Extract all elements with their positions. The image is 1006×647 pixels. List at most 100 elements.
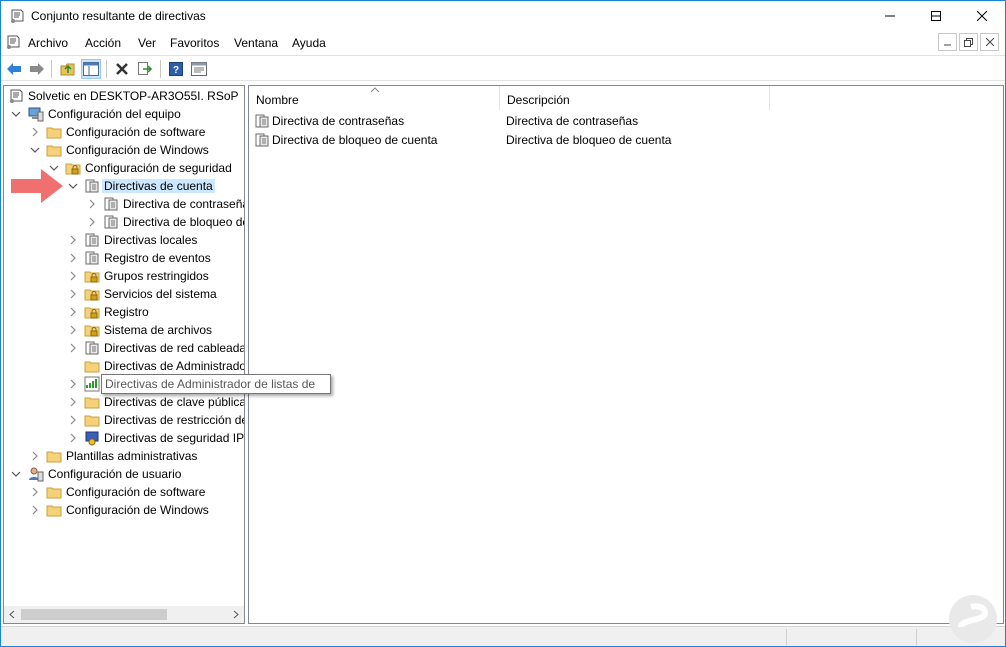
chevron-right-icon[interactable]: [29, 484, 41, 500]
tree-item-label: Directiva de contraseñas: [123, 197, 245, 211]
folder-icon: [46, 142, 62, 158]
chevron-right-icon[interactable]: [67, 394, 79, 410]
tree-item-restricted-groups[interactable]: Grupos restringidos: [4, 267, 244, 285]
tree-item-label: Configuración del equipo: [48, 107, 181, 121]
horizontal-scrollbar[interactable]: [4, 606, 244, 623]
chevron-right-icon[interactable]: [67, 376, 79, 392]
close-button[interactable]: [959, 1, 1005, 31]
chevron-right-icon[interactable]: [67, 304, 79, 320]
tree-item-user-windows-settings[interactable]: Configuración de Windows: [4, 501, 244, 519]
folder-icon: [46, 124, 62, 140]
scroll-left-icon[interactable]: [6, 608, 18, 621]
user-icon: [28, 466, 44, 482]
properties-button[interactable]: [189, 59, 209, 79]
chevron-right-icon[interactable]: [67, 286, 79, 302]
folder-icon: [84, 358, 100, 374]
tree-item-computer-config[interactable]: Configuración del equipo: [4, 105, 244, 123]
tree-item-event-log[interactable]: Registro de eventos: [4, 249, 244, 267]
tree-item-label: Configuración de Windows: [66, 503, 209, 517]
menu-ventana[interactable]: Ventana: [234, 36, 278, 50]
tree-item-label: Configuración de seguridad: [85, 161, 232, 175]
export-list-button[interactable]: [135, 59, 155, 79]
title-bar[interactable]: Conjunto resultante de directivas: [1, 1, 1005, 31]
policy-icon: [103, 214, 119, 230]
list-item-name: Directiva de contraseñas: [272, 114, 405, 128]
chevron-right-icon[interactable]: [29, 124, 41, 140]
tree-item-windows-settings[interactable]: Configuración de Windows: [4, 141, 244, 159]
list-item-description: Directiva de bloqueo de cuenta: [506, 133, 672, 147]
chevron-right-icon[interactable]: [86, 196, 98, 212]
results-list[interactable]: Nombre Descripción Directiva de contrase…: [248, 85, 1004, 624]
tree-item-local-policies[interactable]: Directivas locales: [4, 231, 244, 249]
tree-item-user-software-settings[interactable]: Configuración de software: [4, 483, 244, 501]
tree-item-system-services[interactable]: Servicios del sistema: [4, 285, 244, 303]
mdi-close-button[interactable]: [980, 33, 999, 51]
scrollbar-thumb[interactable]: [21, 609, 167, 620]
menu-archivo[interactable]: Archivo: [28, 36, 68, 50]
chevron-down-icon[interactable]: [67, 178, 79, 194]
locked-folder-icon: [65, 160, 81, 176]
show-hide-tree-button[interactable]: [81, 59, 101, 79]
tree-item-label: Directivas de red cableada: [104, 341, 245, 355]
tree-item-label: Directivas de restricción de: [104, 413, 245, 427]
tree-item-label: Directivas locales: [104, 233, 198, 247]
tree-item-user-config[interactable]: Configuración de usuario: [4, 465, 244, 483]
list-item[interactable]: Directiva de bloqueo de cuenta Directiva…: [249, 130, 1003, 149]
tree-item-public-key[interactable]: Directivas de clave pública: [4, 393, 244, 411]
chevron-right-icon[interactable]: [67, 268, 79, 284]
chevron-right-icon[interactable]: [67, 430, 79, 446]
chevron-right-icon[interactable]: [67, 412, 79, 428]
tree-item-software-restriction[interactable]: Directivas de restricción de: [4, 411, 244, 429]
chevron-right-icon[interactable]: [29, 448, 41, 464]
tree-item-lockout-policy[interactable]: Directiva de bloqueo de cuenta: [4, 213, 244, 231]
tree-item-label: Directivas de seguridad IP: [104, 431, 245, 445]
up-one-level-button[interactable]: [58, 59, 78, 79]
help-button[interactable]: ?: [166, 59, 186, 79]
chevron-right-icon[interactable]: [29, 502, 41, 518]
tree-item-software-settings[interactable]: Configuración de software: [4, 123, 244, 141]
delete-button[interactable]: [112, 59, 132, 79]
list-item[interactable]: Directiva de contraseñas Directiva de co…: [249, 111, 1003, 130]
tree-item-file-system[interactable]: Sistema de archivos: [4, 321, 244, 339]
status-bar: [1, 626, 1005, 646]
tree-item-admin-templates[interactable]: Plantillas administrativas: [4, 447, 244, 465]
menu-favoritos[interactable]: Favoritos: [170, 36, 219, 50]
column-name-label: Nombre: [256, 93, 299, 107]
tree-item-label: Configuración de usuario: [48, 467, 182, 481]
mdi-minimize-button[interactable]: [938, 33, 957, 51]
chevron-right-icon[interactable]: [67, 340, 79, 356]
tree-item-admin-policies[interactable]: Directivas de Administrador: [4, 357, 244, 375]
rsop-icon: [11, 9, 24, 23]
tree-item-ip-security[interactable]: Directivas de seguridad IP: [4, 429, 244, 447]
tree-item-label: Servicios del sistema: [104, 287, 217, 301]
chevron-down-icon[interactable]: [10, 466, 22, 482]
minimize-button-alt[interactable]: [867, 1, 913, 31]
chevron-right-icon[interactable]: [67, 250, 79, 266]
chevron-down-icon[interactable]: [10, 106, 22, 122]
chevron-right-icon[interactable]: [67, 232, 79, 248]
tree-item-label: Sistema de archivos: [104, 323, 213, 337]
minimize-icon: [943, 44, 951, 46]
scroll-right-icon[interactable]: [230, 608, 242, 621]
menu-accion[interactable]: Acción: [85, 36, 121, 50]
console-tree[interactable]: Solvetic en DESKTOP-AR3O55I. RSoP Configu…: [3, 85, 245, 624]
back-arrow-icon: [7, 63, 21, 75]
folder-icon: [84, 412, 100, 428]
column-header-name[interactable]: Nombre: [249, 86, 500, 110]
chevron-right-icon[interactable]: [67, 322, 79, 338]
chevron-right-icon[interactable]: [86, 214, 98, 230]
back-button[interactable]: [4, 59, 24, 79]
status-cell: [786, 629, 916, 645]
forward-button[interactable]: [27, 59, 47, 79]
system-menu-icon[interactable]: [5, 34, 21, 50]
tree-item-root[interactable]: Solvetic en DESKTOP-AR3O55I. RSoP: [4, 87, 244, 105]
maximize-button[interactable]: [913, 1, 959, 31]
chevron-down-icon[interactable]: [29, 142, 41, 158]
tree-item-label: Directivas de Administrador: [104, 359, 245, 373]
tree-item-registry[interactable]: Registro: [4, 303, 244, 321]
column-header-description[interactable]: Descripción: [500, 86, 770, 110]
menu-ayuda[interactable]: Ayuda: [292, 36, 326, 50]
mdi-restore-button[interactable]: [959, 33, 978, 51]
tree-item-wired-network[interactable]: Directivas de red cableada: [4, 339, 244, 357]
menu-ver[interactable]: Ver: [138, 36, 156, 50]
